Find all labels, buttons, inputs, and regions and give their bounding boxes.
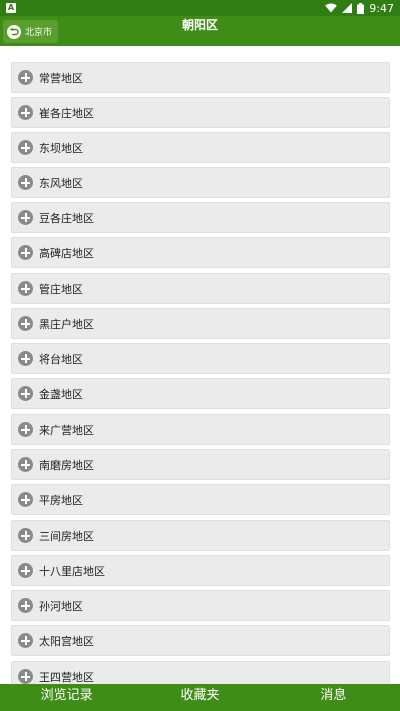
bottom-nav: 浏览记录 收藏夹 消息	[0, 684, 400, 711]
expand-plus-icon	[18, 563, 33, 578]
list-item-label: 太阳宫地区	[39, 634, 94, 648]
list-item-label: 十八里店地区	[39, 564, 105, 578]
list-item[interactable]: 常营地区	[11, 62, 390, 93]
wifi-icon	[325, 3, 338, 13]
list-item[interactable]: 东坝地区	[11, 132, 390, 163]
list-item[interactable]: 高碑店地区	[11, 237, 390, 268]
list-item[interactable]: 南磨房地区	[11, 449, 390, 480]
status-time: 9:47	[369, 1, 394, 15]
list-item[interactable]: 金盏地区	[11, 378, 390, 409]
list-item[interactable]: 将台地区	[11, 343, 390, 374]
expand-plus-icon	[18, 598, 33, 613]
expand-plus-icon	[18, 351, 33, 366]
expand-plus-icon	[18, 245, 33, 260]
list-item[interactable]: 十八里店地区	[11, 555, 390, 586]
list-item-label: 管庄地区	[39, 282, 83, 296]
signal-icon	[342, 3, 353, 13]
list-item-label: 来广营地区	[39, 423, 94, 437]
expand-plus-icon	[18, 210, 33, 225]
district-list: 常营地区 崔各庄地区 东坝地区 东风地区 豆各庄地区 高碑店地区 管庄地区 黑庄…	[0, 46, 400, 684]
app-bar: 朝阳区 北京市	[0, 16, 400, 46]
list-item-label: 孙河地区	[39, 599, 83, 613]
expand-plus-icon	[18, 633, 33, 648]
expand-plus-icon	[18, 316, 33, 331]
list-item[interactable]: 东风地区	[11, 167, 390, 198]
list-item-label: 高碑店地区	[39, 246, 94, 260]
list-item[interactable]: 孙河地区	[11, 590, 390, 621]
tab-messages[interactable]: 消息	[267, 684, 400, 711]
back-arrow-icon	[7, 24, 21, 39]
list-item[interactable]: 豆各庄地区	[11, 202, 390, 233]
expand-plus-icon	[18, 175, 33, 190]
tab-history[interactable]: 浏览记录	[0, 684, 133, 711]
tab-favorites[interactable]: 收藏夹	[133, 684, 266, 711]
list-item-label: 南磨房地区	[39, 458, 94, 472]
list-item-label: 王四营地区	[39, 670, 94, 684]
list-item-label: 金盏地区	[39, 387, 83, 401]
page-title: 朝阳区	[181, 18, 218, 32]
expand-plus-icon	[18, 492, 33, 507]
expand-plus-icon	[18, 457, 33, 472]
expand-plus-icon	[18, 422, 33, 437]
list-item-label: 黑庄户地区	[39, 317, 94, 331]
list-item-label: 平房地区	[39, 493, 83, 507]
list-item[interactable]: 黑庄户地区	[11, 308, 390, 339]
list-item-label: 东风地区	[39, 176, 83, 190]
battery-icon	[357, 2, 365, 14]
list-item[interactable]: 崔各庄地区	[11, 97, 390, 128]
expand-plus-icon	[18, 70, 33, 85]
list-item[interactable]: 王四营地区	[11, 661, 390, 684]
expand-plus-icon	[18, 281, 33, 296]
expand-plus-icon	[18, 669, 33, 684]
expand-plus-icon	[18, 528, 33, 543]
notification-icon: A	[6, 3, 16, 13]
back-label: 北京市	[25, 28, 53, 38]
list-item[interactable]: 三间房地区	[11, 520, 390, 551]
expand-plus-icon	[18, 386, 33, 401]
status-bar: A 9:47	[0, 0, 400, 16]
list-item[interactable]: 平房地区	[11, 484, 390, 515]
list-item[interactable]: 管庄地区	[11, 273, 390, 304]
list-item[interactable]: 来广营地区	[11, 414, 390, 445]
list-item-label: 东坝地区	[39, 141, 83, 155]
list-item[interactable]: 太阳宫地区	[11, 625, 390, 656]
status-icons: 9:47	[325, 0, 394, 16]
list-item-label: 常营地区	[39, 71, 83, 85]
list-item-label: 豆各庄地区	[39, 211, 94, 225]
list-item-label: 三间房地区	[39, 529, 94, 543]
list-item-label: 将台地区	[39, 352, 83, 366]
expand-plus-icon	[18, 105, 33, 120]
back-button[interactable]: 北京市	[3, 20, 59, 43]
expand-plus-icon	[18, 140, 33, 155]
list-item-label: 崔各庄地区	[39, 106, 94, 120]
